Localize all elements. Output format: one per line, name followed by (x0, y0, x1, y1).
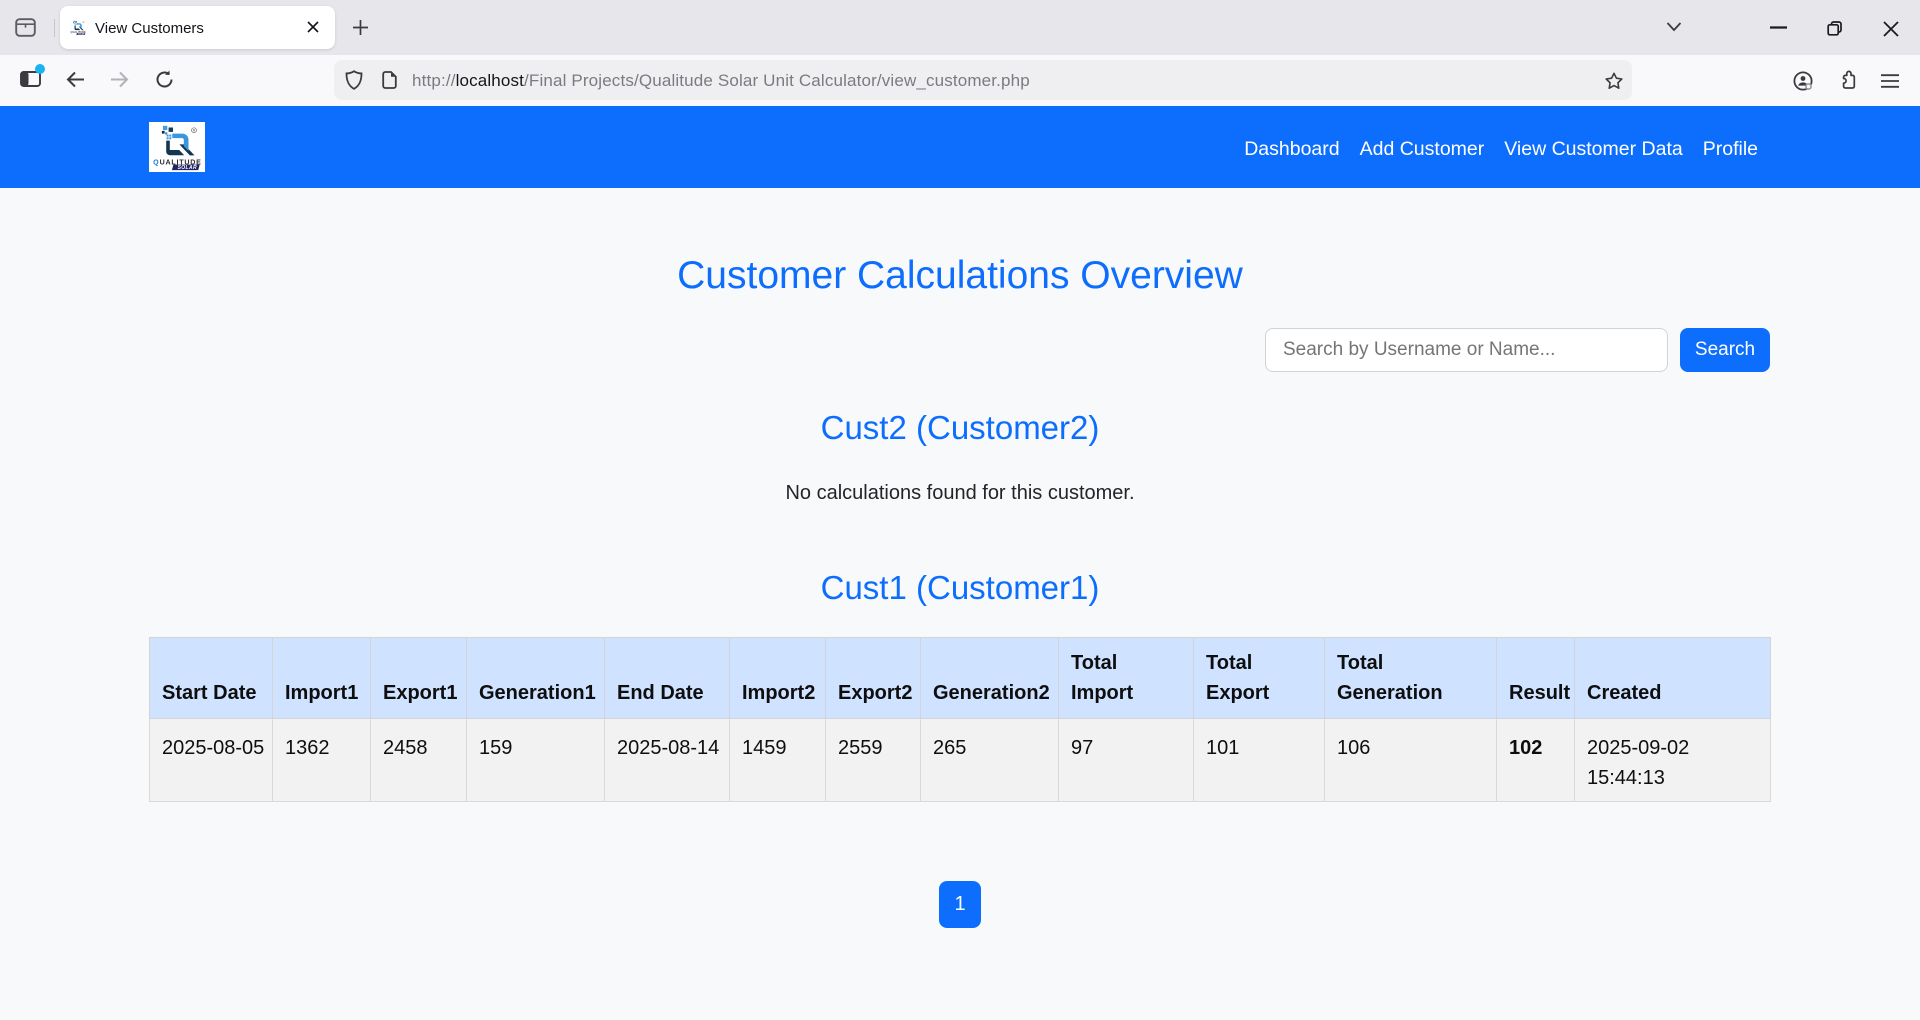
svg-text:Q: Q (70, 32, 72, 34)
svg-text:Q: Q (153, 158, 159, 166)
svg-text:R: R (193, 129, 196, 133)
svg-text:SOLAR: SOLAR (178, 165, 197, 171)
